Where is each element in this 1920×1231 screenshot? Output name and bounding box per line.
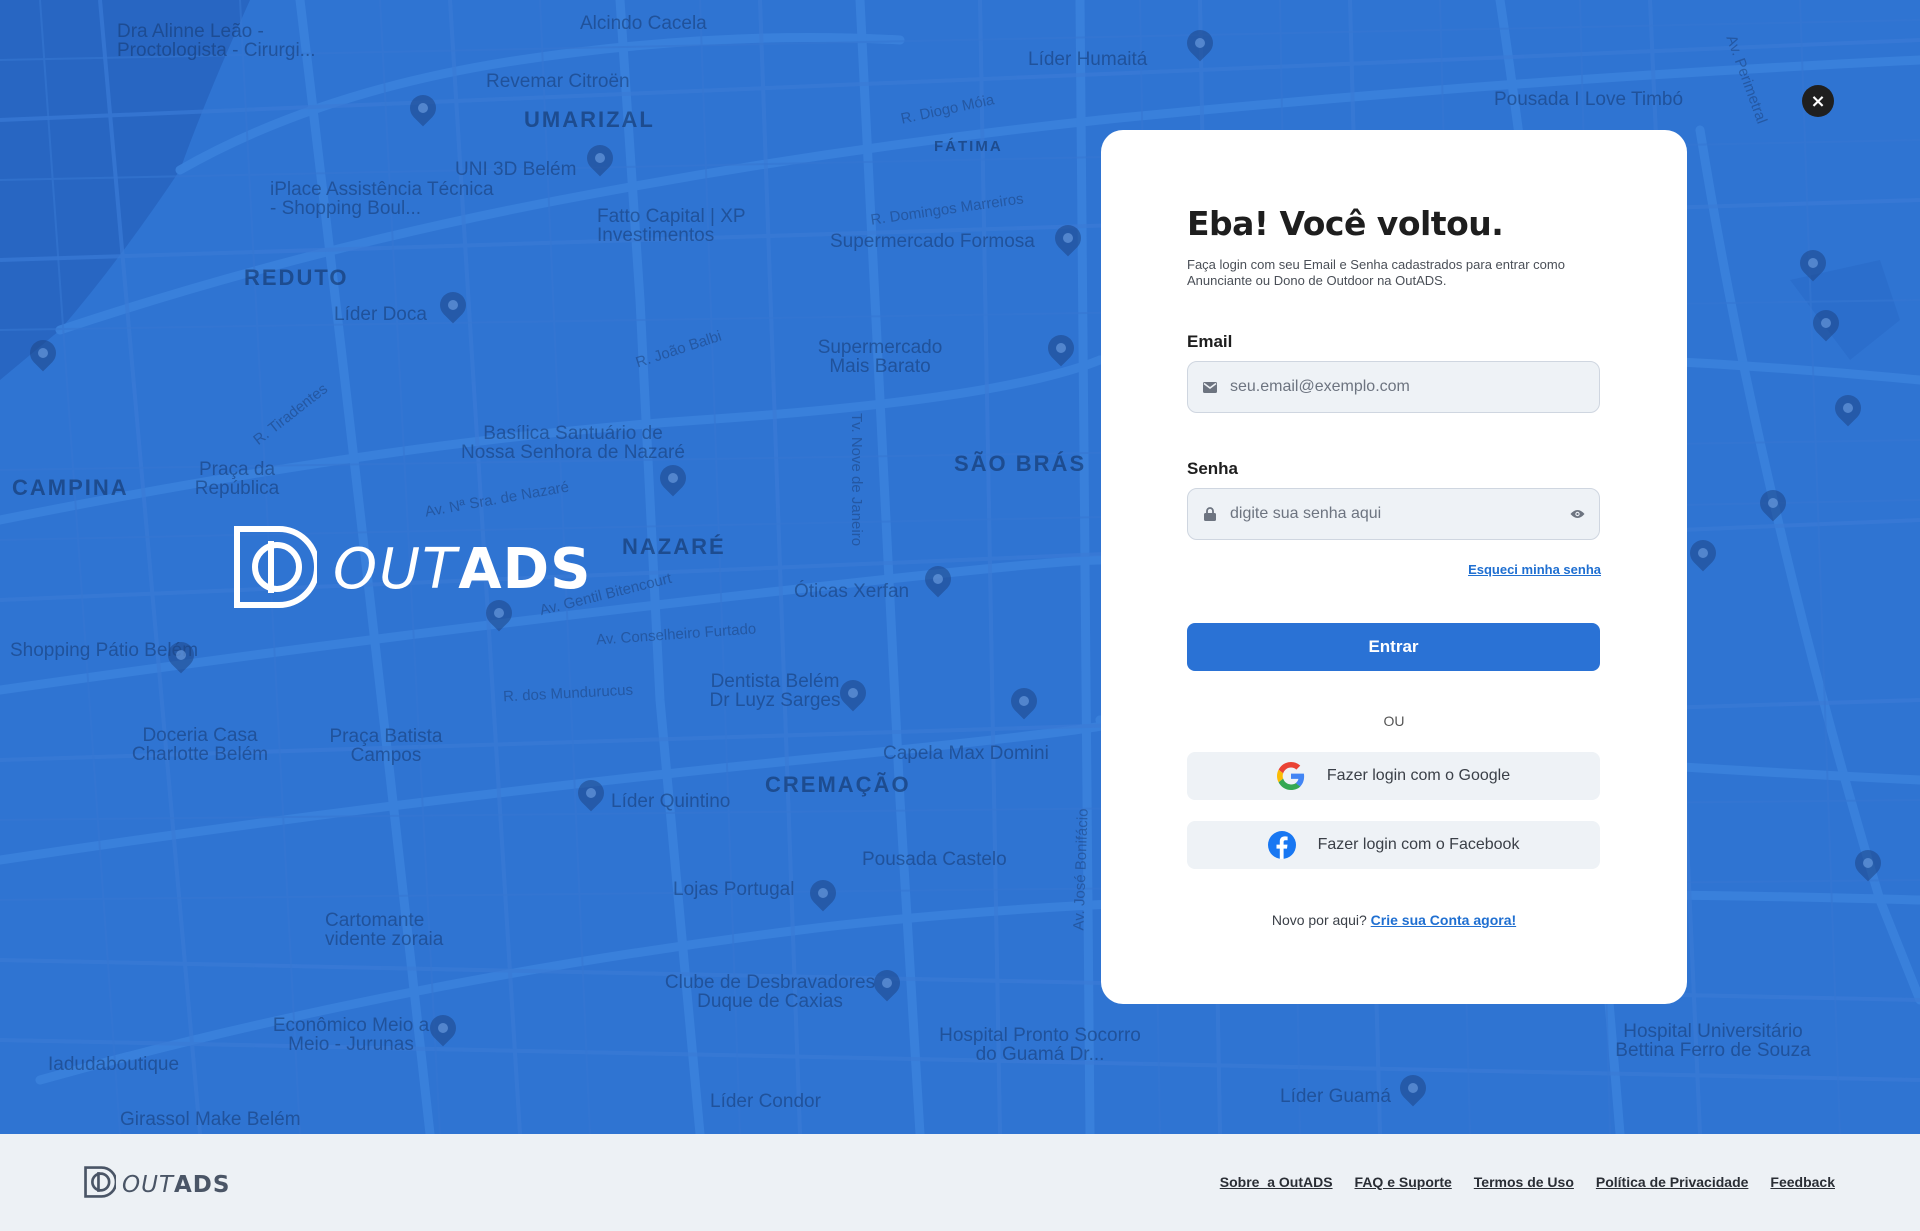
map-place-label: Girassol Make Belém [120, 1109, 301, 1130]
map-place-label: Pousada Castelo [862, 849, 1007, 870]
forgot-password-link[interactable]: Esqueci minha senha [1468, 562, 1601, 577]
outads-hero-logo: OUTADS [233, 525, 591, 614]
logo-ads-text: ADS [174, 1171, 231, 1198]
map-place-label: Basílica Santuário de Nossa Senhora de N… [461, 423, 685, 463]
map-place-label: Econômico Meio a Meio - Jurunas [272, 1015, 430, 1055]
footer-link-terms[interactable]: Termos de Uso [1474, 1174, 1574, 1190]
map-place-label: Iadudaboutique [48, 1054, 180, 1075]
map-district-label: CAMPINA [12, 475, 129, 500]
map-place-label: Supermercado Mais Barato [817, 337, 943, 377]
map-place-label: Alcindo Cacela [580, 13, 707, 34]
map-place-label: Hospital Universitário Bettina Ferro de … [1615, 1021, 1811, 1061]
outads-wordmark: OUTADS [122, 1172, 230, 1198]
map-place-label: iPlace Assistência Técnica - Shopping Bo… [270, 179, 494, 219]
footer-link-faq[interactable]: FAQ e Suporte [1355, 1174, 1452, 1190]
facebook-login-button[interactable]: Fazer login com o Facebook [1187, 821, 1600, 869]
google-icon [1276, 762, 1305, 790]
map-place-label: Óticas Xerfan [794, 581, 910, 602]
email-label: Email [1187, 332, 1233, 351]
map-place-label: Doceria Casa Charlotte Belém [131, 725, 269, 765]
password-field[interactable] [1187, 488, 1600, 540]
logo-out-text: OUT [333, 537, 459, 602]
map-place-label: Líder Doca [334, 304, 427, 325]
map-place-label: Líder Guamá [1280, 1086, 1391, 1107]
map-district-label: UMARIZAL [524, 107, 655, 132]
logo-out-text: OUT [122, 1171, 174, 1198]
password-input[interactable] [1228, 504, 1569, 524]
email-field[interactable] [1187, 361, 1600, 413]
map-district-label: REDUTO [244, 265, 349, 290]
signup-prompt: Novo por aqui? Crie sua Conta agora! [1101, 912, 1687, 928]
footer: OUTADS Sobre a OutADS FAQ e Suporte Term… [0, 1134, 1920, 1231]
create-account-link[interactable]: Crie sua Conta agora! [1371, 912, 1516, 928]
map-place-label: Dentista Belém Dr Luyz Sarges [709, 671, 841, 711]
map-place-label: Dra Alinne Leão - Proctologista - Cirurg… [117, 21, 316, 61]
email-input[interactable] [1228, 377, 1585, 397]
map-place-label: Líder Condor [710, 1091, 821, 1112]
map-place-label: Clube de Desbravadores Duque de Caxias [664, 972, 876, 1012]
outads-logo-mark-icon [233, 525, 320, 614]
logo-ads-text: ADS [458, 537, 592, 602]
signup-prefix: Novo por aqui? [1271, 912, 1371, 928]
login-title: Eba! Você voltou. [1187, 204, 1504, 243]
or-divider: OU [1383, 713, 1405, 729]
google-login-button[interactable]: Fazer login com o Google [1187, 752, 1600, 800]
lock-icon [1202, 506, 1218, 522]
map-district-label: FÁTIMA [934, 138, 1003, 155]
facebook-icon [1267, 831, 1296, 859]
map-district-label: CREMAÇÃO [765, 772, 911, 797]
map-place-label: Supermercado Formosa [830, 231, 1035, 252]
eye-icon[interactable] [1569, 506, 1585, 522]
login-submit-button[interactable]: Entrar [1187, 623, 1600, 671]
outads-wordmark: OUTADS [333, 537, 591, 602]
password-label: Senha [1187, 459, 1239, 478]
map-street-label: Tv. Nove de Janeiro [848, 412, 866, 547]
facebook-login-label: Fazer login com o Facebook [1317, 836, 1520, 853]
footer-link-feedback[interactable]: Feedback [1770, 1174, 1835, 1190]
close-icon: × [1810, 90, 1826, 112]
map-place-label: Lojas Portugal [673, 879, 795, 900]
map-place-label: Líder Quintino [611, 791, 731, 812]
map-district-label: SÃO BRÁS [954, 451, 1087, 476]
map-place-label: Fatto Capital | XP Investimentos [597, 206, 746, 246]
login-card: Eba! Você voltou. Faça login com seu Ema… [1101, 130, 1687, 1004]
map-place-label: Cartomante vidente zoraia [325, 910, 444, 950]
map-district-label: NAZARÉ [622, 534, 726, 559]
outads-logo-mark-icon [84, 1166, 118, 1203]
map-place-label: Hospital Pronto Socorro do Guamá Dr... [939, 1025, 1141, 1065]
map-place-label: Pousada I Love Timbó [1494, 89, 1684, 110]
map-place-label: Praça Batista Campos [329, 726, 443, 766]
map-place-label: Praça da República [194, 459, 280, 499]
google-login-label: Fazer login com o Google [1326, 767, 1511, 784]
close-button[interactable]: × [1802, 85, 1834, 117]
mail-icon [1202, 379, 1218, 395]
footer-logo[interactable]: OUTADS [84, 1166, 230, 1203]
map-place-label: Revemar Citroën [486, 71, 630, 92]
footer-link-privacy[interactable]: Política de Privacidade [1596, 1174, 1749, 1190]
footer-links: Sobre a OutADS FAQ e Suporte Termos de U… [1220, 1174, 1835, 1190]
map-place-label: Capela Max Domini [883, 743, 1049, 764]
map-place-label: Líder Humaitá [1028, 49, 1148, 70]
footer-link-about[interactable]: Sobre a OutADS [1220, 1174, 1333, 1190]
login-subtitle: Faça login com seu Email e Senha cadastr… [1187, 257, 1565, 288]
map-place-label: UNI 3D Belém [455, 159, 577, 180]
